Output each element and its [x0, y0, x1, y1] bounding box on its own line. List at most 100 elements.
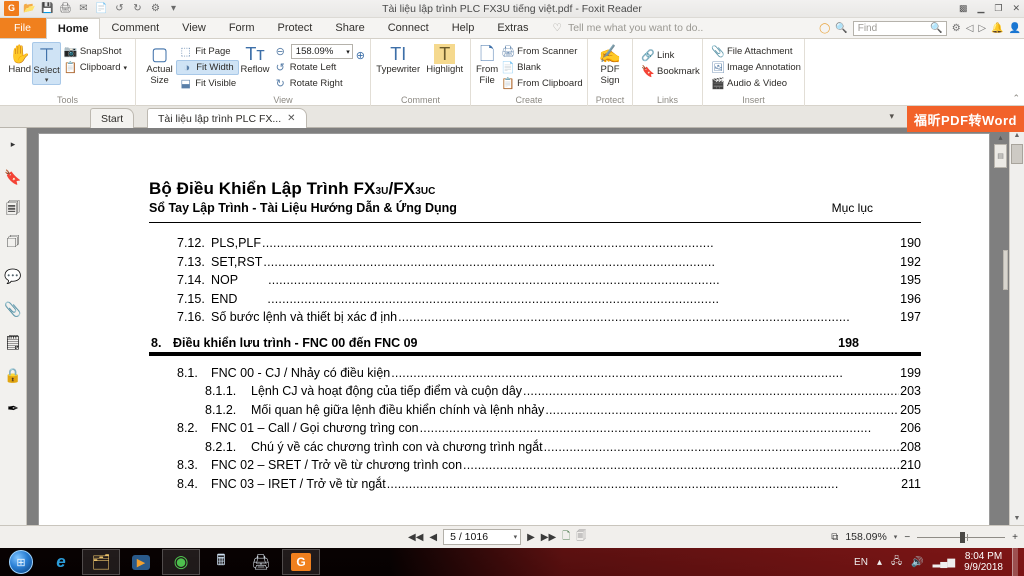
menu-tab-view[interactable]: View [171, 18, 218, 38]
fit-page-status-icon[interactable]: ⧉ [831, 532, 838, 543]
grid-layout-icon[interactable]: ▩ [959, 4, 968, 13]
image-annotation-button[interactable]: 🖼 Image Annotation [708, 60, 804, 75]
menu-tab-comment[interactable]: Comment [100, 18, 171, 38]
page-number-input[interactable]: 5 / 1016 ▾ [443, 529, 522, 545]
close-tab-icon[interactable]: ✕ [287, 113, 295, 124]
actual-size-button[interactable]: ▢ Actual Size [143, 42, 176, 86]
customize-icon[interactable]: ⚙ [148, 1, 163, 16]
search-icon[interactable]: 🔍 [930, 23, 942, 34]
language-indicator[interactable]: EN [854, 557, 868, 568]
settings-gear-icon[interactable]: ⚙ [952, 23, 961, 34]
security-panel-icon[interactable]: 🔒 [3, 365, 23, 385]
single-page-view-icon[interactable]: 🗋 [562, 529, 570, 546]
internet-explorer-icon[interactable]: e [42, 549, 80, 575]
menu-tab-share[interactable]: Share [324, 18, 376, 38]
pdf-sign-button[interactable]: ✍ PDF Sign [593, 42, 627, 86]
chevron-down-icon[interactable]: ▾ [45, 76, 49, 84]
from-scanner-button[interactable]: 🖨 From Scanner [498, 44, 585, 59]
toc-entry[interactable]: 7.12. PLS,PLF ..........................… [149, 234, 921, 253]
page-view-mini-panel[interactable]: ▤ [994, 144, 1007, 168]
toc-entry[interactable]: 8.1.2. Mối quan hệ giữa lệnh điều khiển … [149, 401, 921, 420]
splitter-handle[interactable] [1003, 250, 1008, 290]
zoom-slider[interactable] [917, 531, 1006, 543]
audio-video-button[interactable]: 🎬 Audio & Video [708, 76, 804, 91]
google-chrome-icon[interactable]: ◉ [162, 549, 200, 575]
email-icon[interactable]: ✉ [76, 1, 91, 16]
link-button[interactable]: 🔗 Link [638, 48, 703, 63]
previous-view-icon[interactable]: ◁ [966, 23, 974, 34]
zoom-in-button[interactable]: + [1012, 532, 1018, 543]
layers-panel-icon[interactable]: 🗇 [3, 233, 23, 253]
next-view-icon[interactable]: ▷ [978, 23, 986, 34]
clipboard-button[interactable]: 📋 Clipboard ▾ [61, 60, 130, 75]
show-hidden-icons-arrow[interactable]: ▴ [877, 557, 882, 568]
bookmark-button[interactable]: 🔖 Bookmark [638, 64, 703, 79]
menu-tab-home[interactable]: Home [45, 18, 101, 39]
notification-bell-icon[interactable]: 🔔 [991, 23, 1003, 34]
tell-me-box[interactable]: ♡ Tell me what you want to do.. [553, 18, 704, 38]
document-viewport[interactable]: Bộ Điều Khiển Lập Trình FX3U/FX3UC Sổ Ta… [27, 128, 1009, 525]
destinations-panel-icon[interactable]: 🗒 [3, 332, 23, 352]
toc-entry[interactable]: 8.1. FNC 00 - CJ / Nhảy có điều kiện ...… [149, 364, 921, 383]
foxit-reader-taskbar-icon[interactable]: G [282, 549, 320, 575]
restore-button[interactable]: ❐ [994, 4, 1002, 13]
fit-visible-button[interactable]: ⬓ Fit Visible [176, 76, 239, 91]
zoom-level-row[interactable]: ⊖ 158.09% ▾ [271, 44, 356, 59]
start-orb[interactable]: ⊞ [2, 549, 40, 575]
menu-tab-extras[interactable]: Extras [486, 18, 540, 38]
print-icon[interactable]: 🖨 [58, 1, 73, 16]
from-file-button[interactable]: 🗋 From File [476, 42, 498, 86]
file-explorer-icon[interactable]: 🗂 [82, 549, 120, 575]
foxit-logo-icon[interactable]: G [4, 1, 19, 16]
media-player-icon[interactable]: ▶ [122, 549, 160, 575]
select-tool-button[interactable]: ⊤ Select ▾ [32, 42, 61, 85]
chevron-down-icon[interactable]: ▾ [514, 533, 518, 541]
toc-entry[interactable]: 7.15. END ..............................… [149, 290, 921, 309]
last-page-icon[interactable]: ▶▶ [541, 532, 556, 543]
blank-button[interactable]: 📄 Blank [498, 60, 585, 75]
tab-overflow-icon[interactable]: ▾ [889, 111, 894, 122]
page-thumbnail-mini-icon[interactable]: ▴ [994, 132, 1007, 142]
toc-entry[interactable]: 8.2. FNC 01 – Call / Gọi chương trìng co… [149, 419, 921, 438]
signatures-panel-icon[interactable]: ✒ [3, 398, 23, 418]
continuous-view-icon[interactable]: 🗐 [576, 529, 586, 546]
reflow-button[interactable]: Tт Reflow [239, 42, 271, 75]
snapshot-button[interactable]: 📷 SnapShot [61, 44, 130, 59]
toc-entry[interactable]: 7.13. SET,RST ..........................… [149, 253, 921, 272]
account-icon[interactable]: 👤 [1009, 23, 1021, 34]
pdf-to-word-promo-banner[interactable]: 福昕PDF转Word [907, 106, 1024, 132]
quick-access-toolbar[interactable]: G 📂 💾 🖨 ✉ 📄 ↺ ↻ ⚙ ▾ [0, 1, 181, 16]
attachments-panel-icon[interactable]: 📎 [3, 299, 23, 319]
signal-bars-icon[interactable]: ▂▄▆ [933, 557, 955, 568]
lifebuoy-icon[interactable]: ◯ [819, 23, 830, 34]
toc-section-heading[interactable]: 8. Điều khiển lưu trình - FNC 00 đến FNC… [149, 336, 921, 350]
scrollbar-thumb[interactable] [1011, 144, 1023, 164]
highlight-button[interactable]: T Highlight [424, 42, 465, 75]
minimize-button[interactable]: ▁ [977, 4, 984, 13]
ribbon-zoom-combo[interactable]: 158.09% ▾ [290, 44, 353, 59]
menu-tab-protect[interactable]: Protect [267, 18, 325, 38]
chevron-down-icon[interactable]: ▾ [346, 48, 350, 56]
chevron-down-icon[interactable]: ▾ [894, 533, 898, 541]
clock[interactable]: 8:04 PM 9/9/2018 [964, 551, 1003, 573]
fit-page-button[interactable]: ⬚ Fit Page [176, 44, 239, 59]
undo-icon[interactable]: ↺ [112, 1, 127, 16]
rotate-right-button[interactable]: ↻ Rotate Right [271, 76, 356, 91]
zoom-slider-thumb[interactable] [960, 531, 966, 543]
find-input[interactable]: Find 🔍 [852, 21, 947, 36]
open-icon[interactable]: 📂 [22, 1, 37, 16]
menu-tab-form[interactable]: Form [218, 18, 267, 38]
search-document-icon[interactable]: 🔍 [835, 23, 847, 34]
menu-tab-help[interactable]: Help [441, 18, 487, 38]
pages-panel-icon[interactable]: 🗐 [3, 200, 23, 220]
window-controls[interactable]: ▩ ▁ ❐ ✕ [959, 4, 1020, 13]
typewriter-button[interactable]: TI Typewriter [376, 42, 420, 75]
zoom-in-icon[interactable]: ⊕ [356, 42, 365, 64]
hand-tool-button[interactable]: ✋ Hand [7, 42, 32, 75]
from-clipboard-button[interactable]: 📋 From Clipboard [498, 76, 585, 91]
more-icon[interactable]: ▾ [166, 1, 181, 16]
document-tab-start[interactable]: Start [90, 108, 135, 128]
network-disconnected-icon[interactable]: 🖧 [891, 554, 902, 571]
document-vertical-scrollbar[interactable]: ▲ ▼ [1009, 128, 1024, 525]
bookmarks-panel-icon[interactable]: 🔖 [3, 167, 23, 187]
